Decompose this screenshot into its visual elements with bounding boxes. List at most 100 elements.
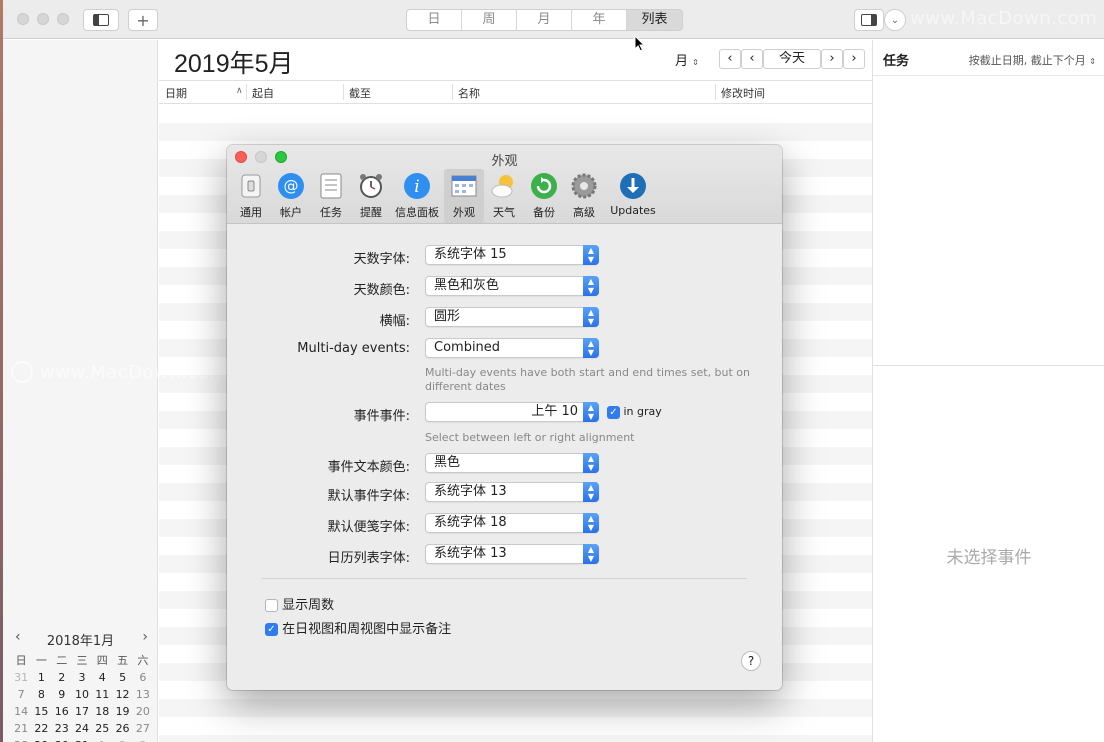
day-color-select[interactable]: 黑色和灰色 ▲ ▼ — [425, 276, 599, 296]
mini-calendar-day[interactable]: 9 — [52, 688, 72, 702]
view-tab-0[interactable]: 日 — [407, 10, 462, 30]
mini-calendar-day[interactable]: 20 — [133, 705, 153, 719]
show-notes-checkbox[interactable]: ✓ 在日视图和周视图中显示备注 — [265, 618, 451, 637]
mini-calendar-day[interactable]: 27 — [133, 722, 153, 736]
watermark-mid: www.MacDown.com — [40, 362, 228, 383]
view-tab-4[interactable]: 列表 — [627, 10, 682, 30]
svg-text:@: @ — [284, 177, 299, 195]
mini-calendar-day[interactable]: 11 — [92, 688, 112, 702]
next-button[interactable]: › — [821, 49, 843, 69]
mini-calendar-day[interactable]: 8 — [31, 688, 51, 702]
event-text-color-select[interactable]: 黑色 ▲ ▼ — [425, 453, 599, 473]
mini-calendar-day[interactable]: 25 — [92, 722, 112, 736]
multiday-select[interactable]: Combined ▲ ▼ — [425, 338, 599, 358]
show-week-numbers-label: 显示周数 — [282, 598, 335, 613]
general-switch-icon — [236, 171, 266, 201]
prev-button[interactable]: ‹ — [741, 49, 763, 69]
event-time-hint: Select between left or right alignment — [425, 431, 635, 444]
updown-icon: ⇕ — [1089, 57, 1096, 66]
pref-tab-3[interactable]: 提醒 — [351, 169, 391, 223]
mini-calendar-day[interactable]: 16 — [52, 705, 72, 719]
event-time-select[interactable]: 上午 10 ▲ ▼ — [425, 402, 599, 422]
view-tab-2[interactable]: 月 — [517, 10, 572, 30]
pref-tab-label: Updates — [610, 204, 656, 217]
mini-calendar-day[interactable]: 12 — [112, 688, 132, 702]
mini-calendar-day[interactable]: 4 — [92, 671, 112, 685]
download-icon — [618, 171, 648, 201]
mini-calendar-day[interactable]: 3 — [72, 671, 92, 685]
toggle-right-panel-button[interactable] — [854, 9, 884, 31]
pref-tab-4[interactable]: i 信息面板 — [391, 169, 443, 223]
col-modified[interactable]: 修改时间 — [721, 85, 765, 101]
day-font-label: 天数字体: — [353, 252, 410, 267]
view-tab-3[interactable]: 年 — [572, 10, 627, 30]
col-end[interactable]: 截至 — [349, 85, 371, 101]
multiday-hint: Multi-day events have both start and end… — [425, 366, 750, 393]
event-time-label: 事件事件: — [353, 409, 410, 424]
prev-far-button[interactable]: ‹ — [719, 49, 741, 69]
default-note-font-select[interactable]: 系统字体 18 ▲ ▼ — [425, 513, 599, 533]
scope-select[interactable]: 月 ⇕ — [675, 50, 699, 69]
col-start[interactable]: 起自 — [252, 85, 274, 101]
minimize-window-button[interactable] — [37, 13, 49, 25]
mini-calendar-day[interactable]: 10 — [72, 688, 92, 702]
checklist-icon — [316, 171, 346, 201]
calendar-list-font-label: 日历列表字体: — [327, 551, 410, 566]
calendar-list-font-select[interactable]: 系统字体 13 ▲ ▼ — [425, 544, 599, 564]
col-name[interactable]: 名称 — [458, 85, 480, 101]
watermark-top: www.MacDown.com — [910, 8, 1098, 29]
banner-select[interactable]: 圆形 ▲ ▼ — [425, 307, 599, 327]
day-color-value: 黑色和灰色 — [434, 278, 500, 293]
mini-calendar-day[interactable]: 23 — [52, 722, 72, 736]
today-button[interactable]: 今天 — [763, 49, 821, 69]
mini-calendar-day[interactable]: 24 — [72, 722, 92, 736]
add-event-button[interactable]: + — [128, 9, 158, 31]
task-filter-select[interactable]: 按截止日期, 截止下个月 ⇕ — [969, 52, 1096, 68]
pref-tab-label: 任务 — [320, 206, 342, 219]
close-window-button[interactable] — [17, 13, 29, 25]
mini-calendar-day[interactable]: 6 — [133, 671, 153, 685]
mini-calendar-day[interactable]: 21 — [11, 722, 31, 736]
mini-calendar-day[interactable]: 2 — [52, 671, 72, 685]
mini-calendar-day[interactable]: 7 — [11, 688, 31, 702]
next-far-button[interactable]: › — [843, 49, 865, 69]
view-tab-1[interactable]: 周 — [462, 10, 517, 30]
zoom-window-button[interactable] — [57, 13, 69, 25]
mini-calendar-day[interactable]: 15 — [31, 705, 51, 719]
pref-tab-0[interactable]: 通用 — [231, 169, 271, 223]
watermark-logo-icon — [11, 361, 33, 383]
pref-tab-5[interactable]: 外观 — [444, 169, 484, 223]
pref-tab-2[interactable]: 任务 — [311, 169, 351, 223]
mini-calendar-day[interactable]: 5 — [112, 671, 132, 685]
help-button[interactable]: ? — [741, 651, 761, 671]
next-month-icon[interactable]: › — [142, 629, 148, 645]
mini-calendar-day[interactable]: 1 — [31, 671, 51, 685]
mini-calendar-grid: 日一二三四五六 31 1 2 3 4 5 6 7 8 9 10 11 12 13 14 15 16 17 18 19 20… — [11, 654, 153, 742]
pref-tab-6[interactable]: 天气 — [484, 169, 524, 223]
mini-calendar-day[interactable]: 18 — [92, 705, 112, 719]
in-gray-checkbox[interactable]: ✓ in gray — [607, 405, 662, 419]
pref-tab-1[interactable]: @ 帐户 — [271, 169, 311, 223]
multiday-label: Multi-day events: — [297, 341, 410, 356]
mini-calendar-day[interactable]: 31 — [11, 671, 31, 685]
banner-value: 圆形 — [434, 309, 461, 324]
pref-tab-8[interactable]: 高级 — [564, 169, 604, 223]
default-event-font-select[interactable]: 系统字体 13 ▲ ▼ — [425, 482, 599, 502]
chevron-right-icon: › — [851, 51, 857, 66]
pref-tab-9[interactable]: Updates — [607, 169, 659, 223]
mini-calendar-day[interactable]: 13 — [133, 688, 153, 702]
default-event-font-value: 系统字体 13 — [434, 484, 507, 499]
mini-calendar-day[interactable]: 17 — [72, 705, 92, 719]
col-date[interactable]: 日期 — [165, 85, 187, 101]
default-note-font-value: 系统字体 18 — [434, 515, 507, 530]
mini-calendar-day[interactable]: 22 — [31, 722, 51, 736]
mini-calendar-day[interactable]: 19 — [112, 705, 132, 719]
dropdown-menu-button[interactable]: ⌄ — [884, 9, 906, 31]
day-font-select[interactable]: 系统字体 15 ▲ ▼ — [425, 245, 599, 265]
show-week-numbers-checkbox[interactable]: 显示周数 — [265, 594, 334, 613]
pref-tab-7[interactable]: 备份 — [524, 169, 564, 223]
toggle-sidebar-button[interactable] — [83, 9, 119, 31]
chevron-down-icon: ⌄ — [890, 14, 900, 26]
mini-calendar-day[interactable]: 26 — [112, 722, 132, 736]
mini-calendar-day[interactable]: 14 — [11, 705, 31, 719]
